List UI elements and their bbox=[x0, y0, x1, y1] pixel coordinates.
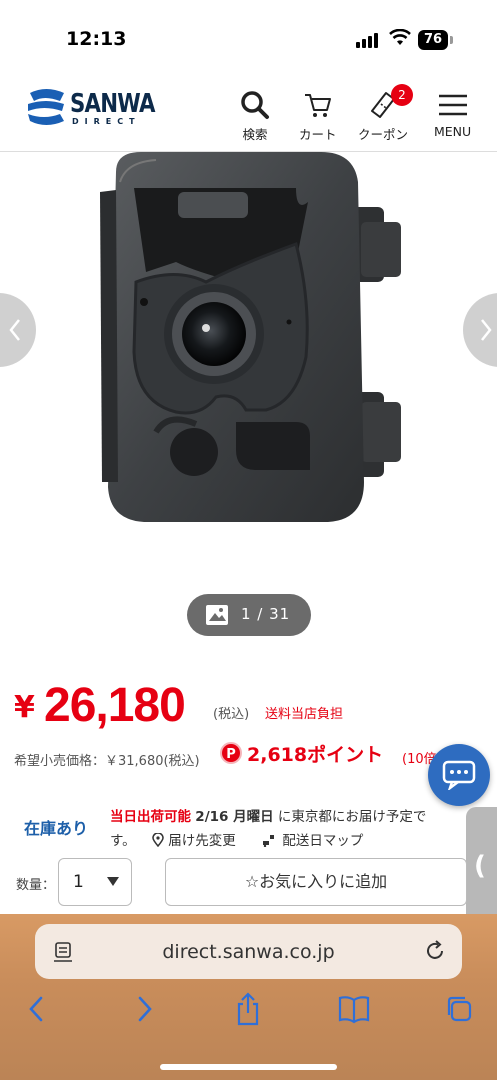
side-drawer-tab-glyph: ( bbox=[474, 851, 486, 881]
site-header: SANWA DIRECT 検索 カート クーポン MENU bbox=[0, 70, 497, 152]
product-image-gallery[interactable] bbox=[0, 152, 497, 642]
forward-icon[interactable] bbox=[133, 994, 155, 1024]
gallery-prev-button[interactable] bbox=[0, 293, 36, 367]
delivery-map-label: 配送日マップ bbox=[282, 833, 364, 849]
cart-nav-label: カート bbox=[299, 127, 337, 142]
share-icon[interactable] bbox=[234, 992, 262, 1026]
clock: 12:13 bbox=[66, 28, 127, 50]
wifi-icon bbox=[389, 29, 411, 45]
gallery-next-button[interactable] bbox=[463, 293, 497, 367]
delivery-map-link[interactable]: 配送日マップ bbox=[262, 829, 363, 849]
shipping-note: 送料当店負担 bbox=[265, 707, 344, 722]
cart-nav-button[interactable]: カート bbox=[299, 90, 337, 143]
tabs-icon[interactable] bbox=[444, 994, 474, 1024]
hamburger-menu-icon bbox=[438, 94, 467, 116]
image-icon bbox=[206, 605, 228, 625]
image-counter[interactable]: 1 / 31 bbox=[187, 594, 311, 636]
browser-toolbar: direct.sanwa.co.jp bbox=[0, 914, 497, 1080]
quantity-label: 数量： bbox=[16, 878, 56, 893]
delivery-sentence-end: す。 bbox=[110, 833, 136, 849]
change-destination-link[interactable]: 届け先変更 bbox=[152, 829, 236, 849]
price-amount: 26,180 bbox=[44, 679, 186, 732]
points-icon: P bbox=[220, 742, 242, 764]
cart-icon bbox=[304, 94, 331, 117]
search-nav-label: 検索 bbox=[242, 127, 268, 142]
currency-symbol: ¥ bbox=[14, 690, 35, 725]
url-text: direct.sanwa.co.jp bbox=[162, 941, 335, 963]
delivery-estimate-line2: す。 届け先変更 配送日マップ bbox=[110, 829, 363, 849]
logo-subtitle: DIRECT bbox=[72, 117, 141, 126]
menu-nav-button[interactable]: MENU bbox=[434, 90, 471, 139]
chat-bubble-icon bbox=[442, 760, 476, 790]
battery-tip bbox=[450, 36, 453, 44]
delivery-date: 2/16 月曜日 bbox=[195, 809, 274, 825]
add-to-favorites-button[interactable]: ☆お気に入りに追加 bbox=[165, 858, 467, 906]
image-counter-text: 1 / 31 bbox=[241, 605, 291, 623]
location-pin-icon bbox=[152, 832, 164, 848]
address-bar[interactable]: direct.sanwa.co.jp bbox=[35, 924, 462, 979]
delivery-estimate-line1: 当日出荷可能 2/16 月曜日 に東京都にお届け予定で bbox=[110, 805, 426, 825]
quantity-select[interactable]: 1 bbox=[58, 858, 132, 906]
price-row: ¥ 26,180 (税込) 送料当店負担 bbox=[14, 676, 484, 732]
msrp-price: 希望小売価格：￥31,680(税込) bbox=[14, 754, 200, 769]
change-destination-label: 届け先変更 bbox=[168, 833, 236, 849]
search-nav-button[interactable]: 検索 bbox=[240, 90, 270, 143]
reload-icon[interactable] bbox=[423, 939, 447, 963]
sanwa-logo[interactable]: SANWA DIRECT bbox=[24, 87, 155, 131]
tax-note: (税込) bbox=[213, 707, 250, 722]
chat-support-button[interactable] bbox=[428, 744, 490, 806]
logo-wordmark: SANWA bbox=[70, 89, 155, 119]
same-day-shipping-label: 当日出荷可能 bbox=[110, 809, 191, 825]
status-bar: 12:13 76 bbox=[0, 0, 497, 70]
coupon-count-badge: 2 bbox=[391, 84, 413, 106]
home-indicator bbox=[160, 1064, 337, 1070]
cellular-signal-icon bbox=[356, 32, 382, 48]
dropdown-caret-icon bbox=[107, 877, 119, 886]
chevron-left-icon bbox=[9, 319, 20, 341]
trail-camera-product-image[interactable] bbox=[96, 152, 406, 532]
sanwa-logo-mark-icon bbox=[28, 89, 64, 125]
back-icon[interactable] bbox=[26, 994, 48, 1024]
coupon-nav-label: クーポン bbox=[358, 127, 409, 142]
bookmarks-icon[interactable] bbox=[338, 994, 370, 1024]
delivery-truck-icon bbox=[263, 835, 275, 848]
stock-status: 在庫あり bbox=[24, 819, 89, 838]
side-drawer-tab[interactable]: ( bbox=[466, 807, 497, 924]
delivery-destination-text: に東京都にお届け予定で bbox=[277, 809, 427, 825]
points-value: 2,618ポイント bbox=[247, 744, 384, 766]
search-icon bbox=[241, 91, 269, 119]
menu-nav-label: MENU bbox=[434, 124, 472, 139]
chevron-right-icon bbox=[481, 319, 492, 341]
quantity-value: 1 bbox=[73, 872, 84, 892]
battery-indicator: 76 bbox=[418, 30, 448, 50]
